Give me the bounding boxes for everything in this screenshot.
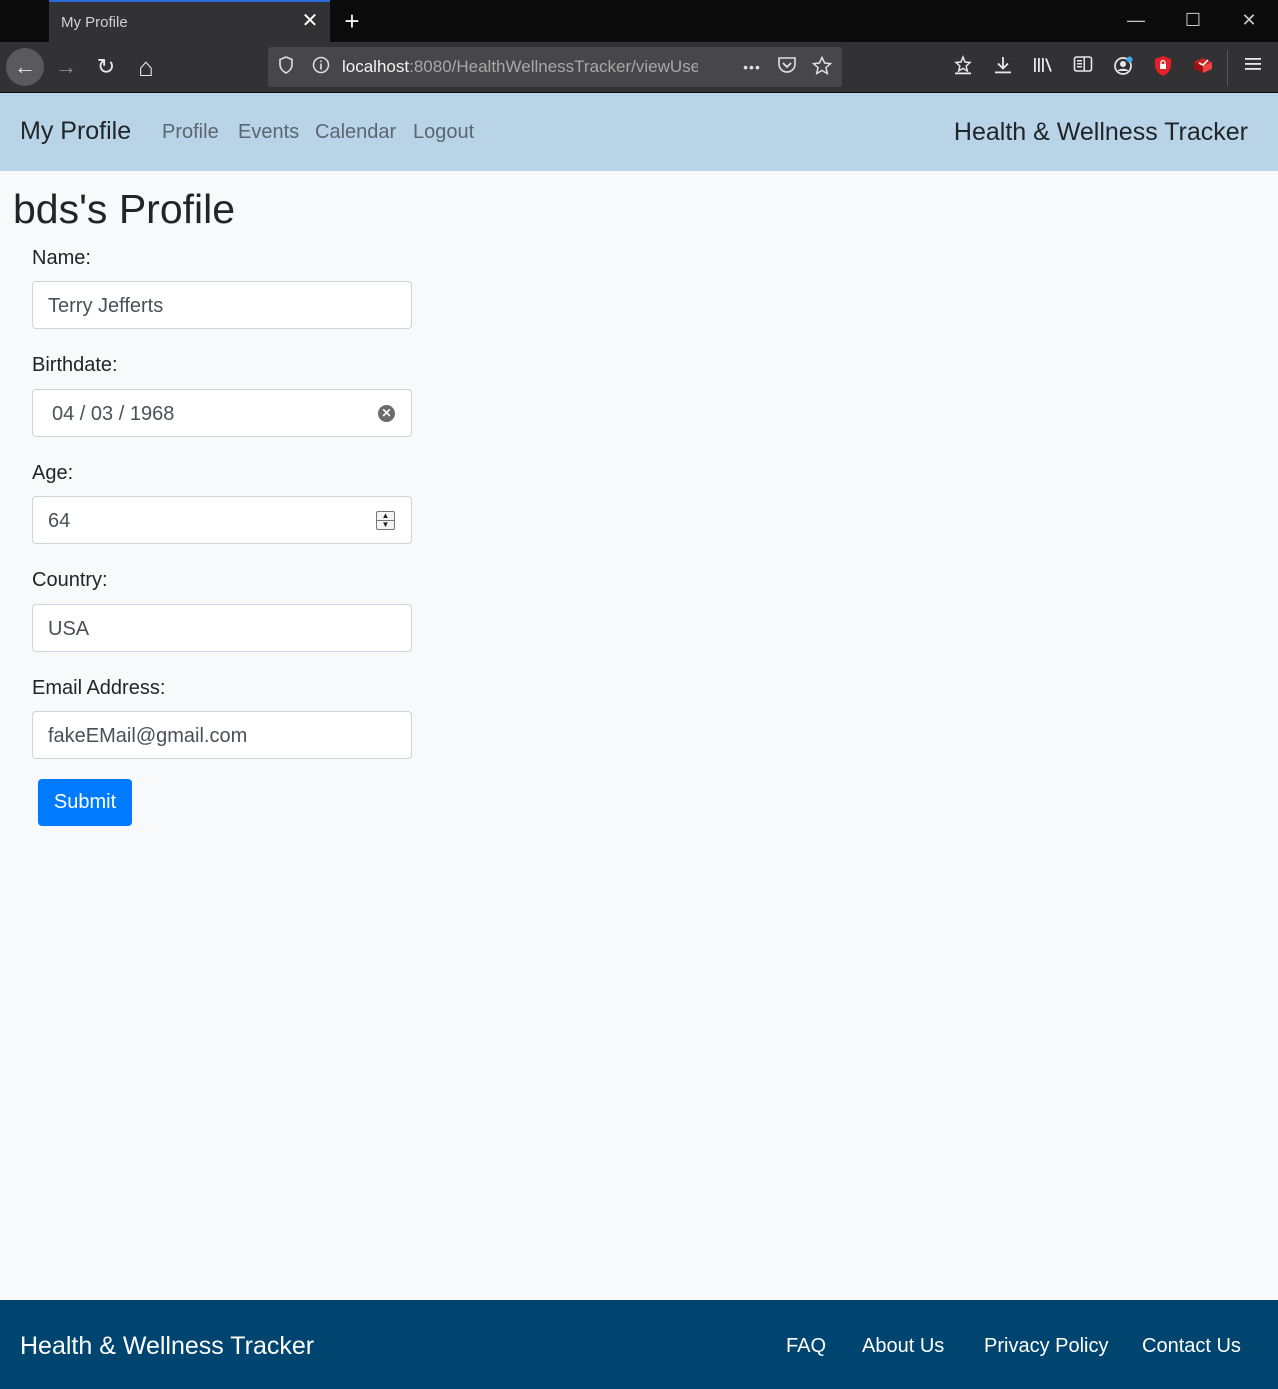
- shield-icon[interactable]: [275, 56, 297, 78]
- age-label: Age:: [32, 462, 74, 484]
- name-value: Terry Jefferts: [48, 295, 164, 317]
- star-icon[interactable]: [811, 55, 833, 78]
- home-icon[interactable]: ⌂: [127, 48, 165, 86]
- addon-icon[interactable]: [1190, 55, 1216, 81]
- info-icon[interactable]: [310, 56, 332, 78]
- country-field[interactable]: USA: [32, 604, 412, 652]
- birthdate-value: 04 / 03 / 1968: [52, 403, 175, 425]
- name-label: Name:: [32, 247, 91, 269]
- window-close-icon[interactable]: ✕: [1237, 8, 1261, 32]
- birthdate-field[interactable]: 04 / 03 / 1968 ✕: [32, 389, 412, 437]
- forward-arrow-icon[interactable]: →: [47, 48, 85, 86]
- clear-icon[interactable]: ✕: [378, 405, 395, 422]
- email-value: fakeEMail@gmail.com: [48, 725, 248, 747]
- sidebar-icon[interactable]: [1070, 55, 1096, 81]
- footer-brand[interactable]: Health & Wellness Tracker: [20, 1332, 314, 1361]
- birthdate-label: Birthdate:: [32, 354, 118, 376]
- footer-link-faq[interactable]: FAQ: [786, 1335, 826, 1358]
- site-footer: Health & Wellness Tracker FAQ About Us P…: [0, 1300, 1278, 1389]
- addon-shield-icon[interactable]: [1150, 55, 1176, 81]
- nav-link-profile[interactable]: Profile: [162, 121, 219, 144]
- browser-tab[interactable]: My Profile ✕: [49, 0, 330, 42]
- maximize-icon[interactable]: ☐: [1181, 8, 1205, 32]
- nav-link-events[interactable]: Events: [238, 121, 299, 144]
- reload-icon[interactable]: ↻: [87, 48, 125, 86]
- toolbar-separator: [1227, 50, 1228, 86]
- footer-link-contact-us[interactable]: Contact Us: [1142, 1335, 1241, 1358]
- footer-link-about-us[interactable]: About Us: [862, 1335, 944, 1358]
- nav-link-calendar[interactable]: Calendar: [315, 121, 396, 144]
- number-stepper[interactable]: ▲ ▼: [376, 511, 395, 530]
- url-text[interactable]: localhost:8080/HealthWellnessTracker/vie…: [342, 57, 698, 77]
- menu-icon[interactable]: [1240, 55, 1266, 81]
- footer-link-privacy-policy[interactable]: Privacy Policy: [984, 1335, 1108, 1358]
- more-actions-icon[interactable]: •••: [741, 56, 763, 78]
- account-icon[interactable]: [1110, 55, 1136, 81]
- page-title: bds's Profile: [13, 186, 236, 232]
- navbar-site-title: Health & Wellness Tracker: [953, 118, 1248, 146]
- minimize-icon[interactable]: —: [1124, 8, 1148, 32]
- site-navbar: My Profile Profile Events Calendar Logou…: [0, 93, 1278, 171]
- browser-toolbar: ← → ↻ ⌂ localhost:8080/HealthWellnessTra…: [0, 42, 1278, 93]
- new-tab-icon[interactable]: +: [340, 8, 364, 34]
- stepper-down-icon[interactable]: ▼: [377, 521, 394, 529]
- stepper-up-icon[interactable]: ▲: [377, 512, 394, 520]
- age-value: 64: [48, 510, 71, 532]
- email-field[interactable]: fakeEMail@gmail.com: [32, 711, 412, 759]
- age-field[interactable]: 64 ▲ ▼: [32, 496, 412, 544]
- country-value: USA: [48, 618, 90, 640]
- library-icon[interactable]: [1030, 55, 1056, 81]
- navbar-brand[interactable]: My Profile: [20, 117, 131, 146]
- email-label: Email Address:: [32, 677, 166, 699]
- country-label: Country:: [32, 569, 108, 591]
- submit-button[interactable]: Submit: [38, 779, 132, 826]
- download-icon[interactable]: [990, 55, 1016, 81]
- bookmarks-icon[interactable]: [950, 54, 976, 81]
- tab-title: My Profile: [61, 14, 128, 31]
- nav-link-logout[interactable]: Logout: [413, 121, 474, 144]
- name-field[interactable]: Terry Jefferts: [32, 281, 412, 329]
- back-arrow-icon[interactable]: ←: [6, 48, 44, 86]
- url-bar[interactable]: localhost:8080/HealthWellnessTracker/vie…: [268, 47, 842, 87]
- tab-close-icon[interactable]: ✕: [300, 11, 320, 31]
- browser-tab-bar: My Profile ✕ + — ☐ ✕: [0, 0, 1278, 42]
- pocket-icon[interactable]: [776, 56, 798, 78]
